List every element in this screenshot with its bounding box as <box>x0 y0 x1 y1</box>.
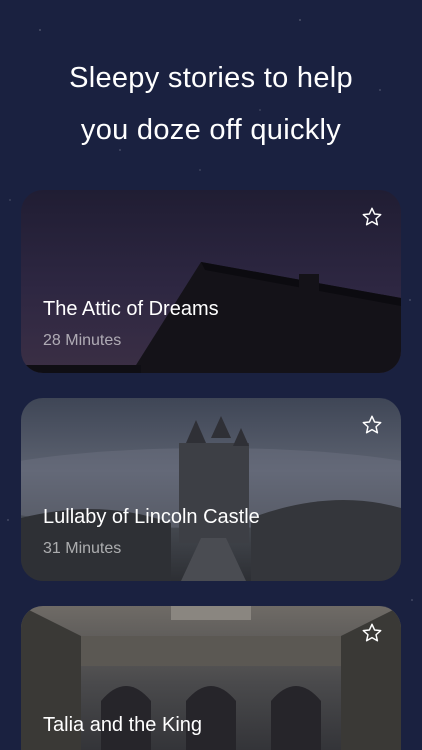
page-headline: Sleepy stories to help you doze off quic… <box>0 52 422 156</box>
favorite-star-icon[interactable] <box>361 622 383 644</box>
headline-line-1: Sleepy stories to help <box>69 62 353 94</box>
headline-line-2: you doze off quickly <box>80 114 342 146</box>
story-title: Talia and the King <box>43 714 203 736</box>
story-title: The Attic of Dreams <box>43 298 219 320</box>
favorite-star-icon[interactable] <box>361 414 383 436</box>
story-title: Lullaby of Lincoln Castle <box>43 506 260 528</box>
story-duration: 31 Minutes <box>43 540 122 557</box>
story-duration: 28 Minutes <box>43 332 122 349</box>
story-card[interactable]: Lullaby of Lincoln Castle 31 Minutes <box>21 398 401 581</box>
favorite-star-icon[interactable] <box>361 206 383 228</box>
story-card[interactable]: The Attic of Dreams 28 Minutes <box>21 190 401 373</box>
story-card[interactable]: Talia and the King <box>21 606 401 750</box>
